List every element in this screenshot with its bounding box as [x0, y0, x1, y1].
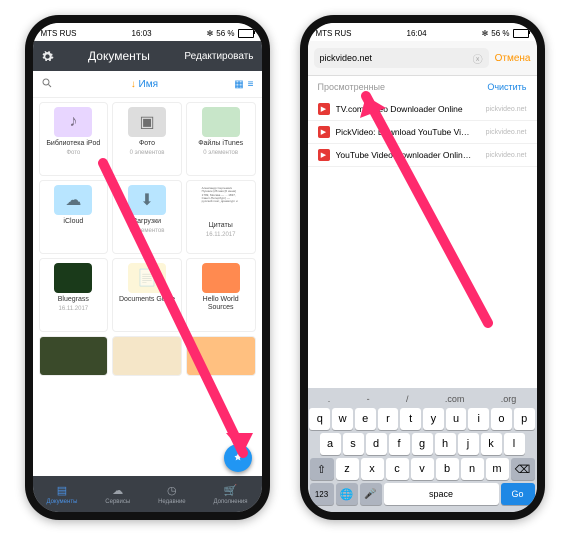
- status-bar: MTS RUS 16:04 ✻ 56 %: [308, 23, 537, 41]
- cancel-button[interactable]: Отмена: [495, 53, 531, 64]
- file-item[interactable]: 📄Documents Guide: [112, 258, 182, 332]
- key-s[interactable]: s: [343, 433, 364, 455]
- key-y[interactable]: y: [423, 408, 444, 430]
- tab-Недавние[interactable]: ◷Недавние: [158, 484, 186, 505]
- battery-pct: 56 %: [216, 29, 234, 38]
- key-globe[interactable]: 🌐: [336, 483, 358, 505]
- tab-Сервисы[interactable]: ☁Сервисы: [105, 484, 130, 505]
- screen-documents: MTS RUS 16:03 ✻ 56 % Документы Редактиро…: [33, 23, 262, 512]
- tab-Дополнения[interactable]: 🛒Дополнения: [214, 484, 248, 505]
- bluetooth-icon: ✻: [482, 29, 489, 38]
- compose-fab[interactable]: [224, 444, 252, 472]
- key-b[interactable]: b: [436, 458, 459, 480]
- clock-label: 16:04: [407, 29, 427, 38]
- status-bar: MTS RUS 16:03 ✻ 56 %: [33, 23, 262, 41]
- key-u[interactable]: u: [446, 408, 467, 430]
- key-t[interactable]: t: [400, 408, 421, 430]
- keyboard: . - / .com .org qwertyuiop asdfghjkl ⇧zxcvbn…: [308, 388, 537, 512]
- key-x[interactable]: x: [361, 458, 384, 480]
- file-item[interactable]: ♪Библиотека iPodФото: [39, 102, 109, 176]
- key-f[interactable]: f: [389, 433, 410, 455]
- key-go[interactable]: Go: [501, 483, 535, 505]
- carrier-label: MTS RUS: [41, 29, 77, 38]
- file-item[interactable]: ⬇Загрузки0 элементов: [112, 180, 182, 254]
- key-w[interactable]: w: [332, 408, 353, 430]
- shortcut-.com[interactable]: .com: [445, 394, 465, 404]
- key-⇧[interactable]: ⇧: [310, 458, 334, 480]
- key-m[interactable]: m: [486, 458, 509, 480]
- key-h[interactable]: h: [435, 433, 456, 455]
- key-a[interactable]: a: [320, 433, 341, 455]
- key-d[interactable]: d: [366, 433, 387, 455]
- url-bar-row: pickvideo.net ⓧ Отмена: [308, 41, 537, 76]
- carrier-label: MTS RUS: [316, 29, 352, 38]
- sort-button[interactable]: ↓ Имя: [55, 79, 235, 90]
- battery-icon: [238, 29, 254, 38]
- phone-left: MTS RUS 16:03 ✻ 56 % Документы Редактиро…: [25, 15, 270, 520]
- key-r[interactable]: r: [378, 408, 399, 430]
- file-item[interactable]: Bluegrass16.11.2017: [39, 258, 109, 332]
- key-k[interactable]: k: [481, 433, 502, 455]
- search-icon[interactable]: [41, 77, 55, 92]
- suggestion-row[interactable]: ▶PickVideo: Download YouTube Vi…pickvide…: [308, 121, 537, 144]
- grid-view-icon[interactable]: ▦: [234, 79, 243, 90]
- list-view-icon[interactable]: ≡: [248, 79, 254, 90]
- key-o[interactable]: o: [491, 408, 512, 430]
- file-item[interactable]: Файлы iTunes0 элементов: [186, 102, 256, 176]
- key-q[interactable]: q: [309, 408, 330, 430]
- suggestion-row[interactable]: ▶TV.com Video Downloader Onlinepickvideo…: [308, 98, 537, 121]
- battery-icon: [513, 29, 529, 38]
- file-item[interactable]: Hello World Sources: [186, 258, 256, 332]
- file-item[interactable]: [39, 336, 109, 376]
- key-z[interactable]: z: [336, 458, 359, 480]
- key-c[interactable]: c: [386, 458, 409, 480]
- favicon-icon: ▶: [318, 149, 330, 161]
- file-item[interactable]: Александр Сергеевич Пушкин (26 мая [6 ию…: [186, 180, 256, 254]
- url-input[interactable]: pickvideo.net ⓧ: [314, 48, 489, 68]
- key-numbers[interactable]: 123: [310, 483, 334, 505]
- phone-right: MTS RUS 16:04 ✻ 56 % pickvideo.net ⓧ Отм…: [300, 15, 545, 520]
- tab-Документы[interactable]: ▤Документы: [46, 484, 77, 505]
- documents-grid: ♪Библиотека iPodФото▣Фото0 элементовФайл…: [33, 98, 262, 476]
- shortcut-.[interactable]: .: [328, 394, 331, 404]
- file-item[interactable]: ▣Фото0 элементов: [112, 102, 182, 176]
- section-header: Просмотренные: [318, 82, 386, 92]
- clear-history-button[interactable]: Очистить: [487, 82, 526, 92]
- key-i[interactable]: i: [468, 408, 489, 430]
- tab-bar: ▤Документы ☁Сервисы ◷Недавние 🛒Дополнения: [33, 476, 262, 512]
- edit-button[interactable]: Редактировать: [184, 51, 253, 62]
- screen-browser: MTS RUS 16:04 ✻ 56 % pickvideo.net ⓧ Отм…: [308, 23, 537, 512]
- bluetooth-icon: ✻: [207, 29, 214, 38]
- key-mic[interactable]: 🎤: [360, 483, 382, 505]
- suggestions-list: Просмотренные Очистить ▶TV.com Video Dow…: [308, 76, 537, 388]
- key-n[interactable]: n: [461, 458, 484, 480]
- battery-pct: 56 %: [491, 29, 509, 38]
- nav-header: Документы Редактировать: [33, 41, 262, 71]
- shortcut-.org[interactable]: .org: [501, 394, 517, 404]
- shortcut--[interactable]: -: [367, 394, 370, 404]
- key-l[interactable]: l: [504, 433, 525, 455]
- favicon-icon: ▶: [318, 103, 330, 115]
- file-item[interactable]: [186, 336, 256, 376]
- favicon-icon: ▶: [318, 126, 330, 138]
- page-title: Документы: [54, 49, 185, 63]
- key-space[interactable]: space: [384, 483, 499, 505]
- suggestion-row[interactable]: ▶YouTube Video Downloader Onlin…pickvide…: [308, 144, 537, 167]
- url-value: pickvideo.net: [320, 53, 373, 63]
- key-e[interactable]: e: [355, 408, 376, 430]
- file-item[interactable]: ☁iCloud: [39, 180, 109, 254]
- key-g[interactable]: g: [412, 433, 433, 455]
- key-j[interactable]: j: [458, 433, 479, 455]
- shortcut-/[interactable]: /: [406, 394, 409, 404]
- settings-icon[interactable]: [41, 50, 54, 63]
- key-⌫[interactable]: ⌫: [511, 458, 535, 480]
- sort-toolbar: ↓ Имя ▦ ≡: [33, 71, 262, 98]
- key-v[interactable]: v: [411, 458, 434, 480]
- file-item[interactable]: [112, 336, 182, 376]
- key-p[interactable]: p: [514, 408, 535, 430]
- clear-icon[interactable]: ⓧ: [473, 51, 483, 66]
- clock-label: 16:03: [132, 29, 152, 38]
